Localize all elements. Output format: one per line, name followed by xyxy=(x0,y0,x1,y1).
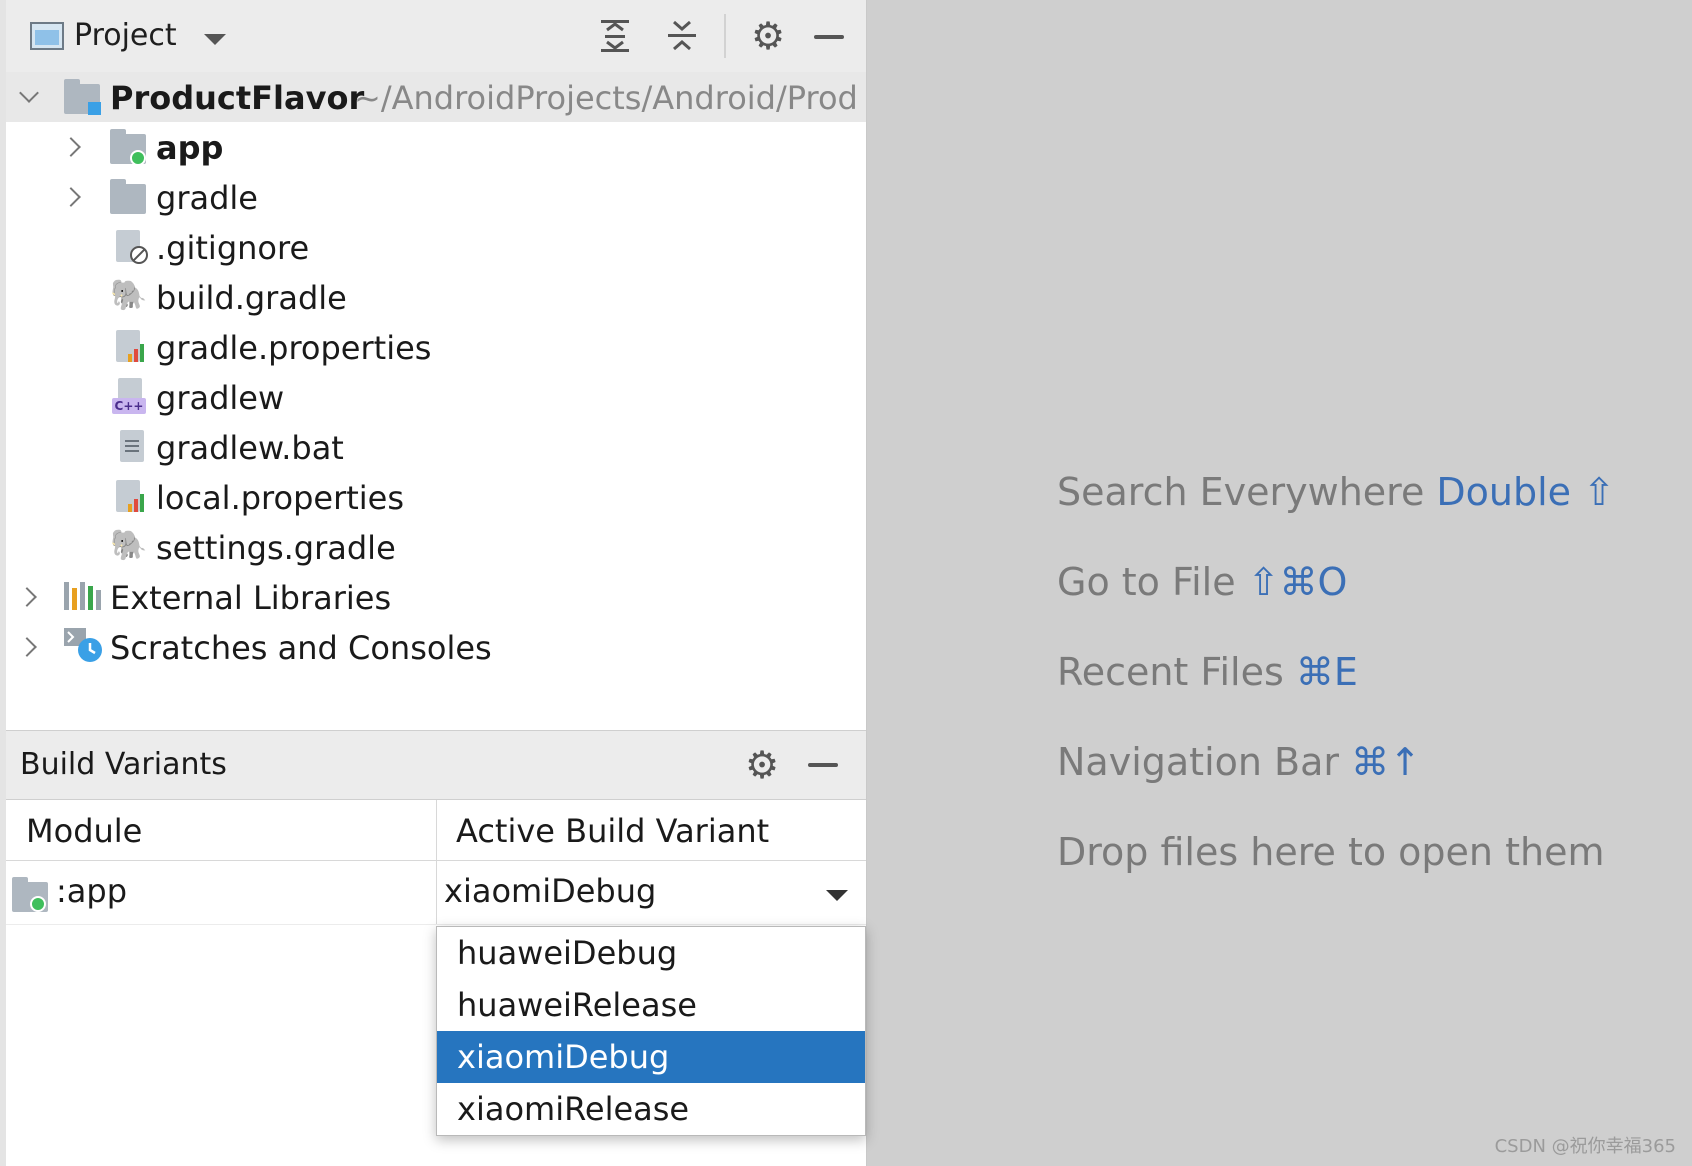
chevron-down-icon[interactable] xyxy=(826,890,848,901)
properties-chart-icon xyxy=(128,494,146,512)
hint-search-everywhere: Search Everywhere Double ⇧ xyxy=(1057,470,1615,514)
collapse-all-icon[interactable] xyxy=(660,14,704,58)
hint-text: Search Everywhere xyxy=(1057,470,1437,514)
tree-item-label: Scratches and Consoles xyxy=(110,629,492,667)
hint-shortcut: ⌘E xyxy=(1295,650,1358,694)
tree-item-build-gradle[interactable]: 🐘 build.gradle xyxy=(6,272,866,322)
tree-item-label: build.gradle xyxy=(156,279,347,317)
option-label: xiaomiDebug xyxy=(457,1038,670,1076)
variant-dropdown-list: huaweiDebug huaweiRelease xiaomiDebug xi… xyxy=(436,926,866,1136)
cpp-badge-icon: C++ xyxy=(112,398,146,414)
hint-shortcut: Double ⇧ xyxy=(1436,470,1615,514)
build-variants-title: Build Variants xyxy=(20,747,227,782)
hint-text: Drop files here to open them xyxy=(1057,830,1605,874)
tree-item-label: gradle.properties xyxy=(156,329,432,367)
column-header-module[interactable]: Module xyxy=(26,812,142,850)
tree-item-gradle[interactable]: gradle xyxy=(6,172,866,222)
project-view-selector[interactable]: Project xyxy=(74,18,177,53)
folder-icon xyxy=(110,179,146,214)
gear-icon[interactable]: ⚙ xyxy=(746,14,790,58)
tree-item-scratches[interactable]: Scratches and Consoles xyxy=(6,622,866,672)
tree-item-label: local.properties xyxy=(156,479,405,517)
module-cell: :app xyxy=(56,872,128,910)
minimize-icon[interactable] xyxy=(814,35,844,39)
gear-icon[interactable]: ⚙ xyxy=(740,743,784,787)
hint-shortcut: ⇧⌘O xyxy=(1247,560,1348,604)
module-badge-icon xyxy=(88,102,101,115)
hint-text: Recent Files xyxy=(1057,650,1296,694)
chevron-right-icon[interactable] xyxy=(17,637,37,657)
chevron-down-icon[interactable] xyxy=(19,83,39,103)
tree-item-external-libraries[interactable]: External Libraries xyxy=(6,572,866,622)
hint-navigation-bar: Navigation Bar ⌘↑ xyxy=(1057,740,1421,784)
tree-item-gitignore[interactable]: .gitignore xyxy=(6,222,866,272)
tree-root-row[interactable]: ProductFlavor ~/AndroidProjects/Android/… xyxy=(6,72,866,122)
minimize-icon[interactable] xyxy=(808,763,838,767)
chevron-right-icon[interactable] xyxy=(61,137,81,157)
tree-item-label: gradlew xyxy=(156,379,285,417)
chevron-right-icon[interactable] xyxy=(61,187,81,207)
hint-drop-files: Drop files here to open them xyxy=(1057,830,1604,874)
gradle-elephant-icon: 🐘 xyxy=(110,278,148,313)
tree-item-label: app xyxy=(156,129,224,167)
watermark: CSDN @祝你幸福365 xyxy=(1494,1136,1676,1157)
left-tool-window: Project ⚙ ProductFlavor ~/AndroidProject… xyxy=(0,0,867,1166)
variant-select[interactable]: xiaomiDebug xyxy=(444,872,656,910)
tree-item-label: External Libraries xyxy=(110,579,392,617)
tree-item-app[interactable]: app xyxy=(6,122,866,172)
tree-item-settings-gradle[interactable]: 🐘 settings.gradle xyxy=(6,522,866,572)
project-view-icon xyxy=(30,22,64,50)
dropdown-option[interactable]: xiaomiRelease xyxy=(437,1083,865,1135)
hint-recent-files: Recent Files ⌘E xyxy=(1057,650,1358,694)
tree-item-label: .gitignore xyxy=(156,229,310,267)
option-label: huaweiRelease xyxy=(457,986,697,1024)
android-module-badge-icon xyxy=(130,150,146,166)
chevron-down-icon[interactable] xyxy=(204,34,226,45)
ignored-badge-icon xyxy=(130,246,148,264)
option-label: huaweiDebug xyxy=(457,934,678,972)
hint-shortcut: ⌘↑ xyxy=(1351,740,1421,784)
libraries-icon xyxy=(64,582,101,610)
table-row[interactable]: :app xiaomiDebug xyxy=(6,862,866,925)
tree-item-gradlew-bat[interactable]: gradlew.bat xyxy=(6,422,866,472)
android-module-badge-icon xyxy=(30,896,46,912)
tree-item-gradle-properties[interactable]: gradle.properties xyxy=(6,322,866,372)
root-project-path: ~/AndroidProjects/Android/Prod xyxy=(354,79,858,117)
root-project-name: ProductFlavor xyxy=(110,79,365,117)
dropdown-option-selected[interactable]: xiaomiDebug xyxy=(437,1031,865,1083)
expand-all-icon[interactable] xyxy=(593,14,637,58)
tree-item-label: gradlew.bat xyxy=(156,429,344,467)
dropdown-option[interactable]: huaweiRelease xyxy=(437,979,865,1031)
gradle-elephant-icon: 🐘 xyxy=(110,528,148,563)
hint-text: Navigation Bar xyxy=(1057,740,1352,784)
hint-go-to-file: Go to File ⇧⌘O xyxy=(1057,560,1347,604)
chevron-right-icon[interactable] xyxy=(17,587,37,607)
tree-item-label: settings.gradle xyxy=(156,529,396,567)
dropdown-option[interactable]: huaweiDebug xyxy=(437,927,865,979)
tree-item-label: gradle xyxy=(156,179,258,217)
toolbar-separator xyxy=(724,14,726,58)
hint-text: Go to File xyxy=(1057,560,1248,604)
scratches-clock-icon xyxy=(64,628,102,662)
properties-chart-icon xyxy=(128,344,146,362)
tree-item-gradlew[interactable]: C++ gradlew xyxy=(6,372,866,422)
column-header-variant[interactable]: Active Build Variant xyxy=(456,812,769,850)
project-panel-header: Project ⚙ xyxy=(6,0,866,73)
build-variants-header: Build Variants ⚙ xyxy=(6,730,866,800)
tree-item-local-properties[interactable]: local.properties xyxy=(6,472,866,522)
option-label: xiaomiRelease xyxy=(457,1090,690,1128)
text-file-icon xyxy=(120,430,144,462)
